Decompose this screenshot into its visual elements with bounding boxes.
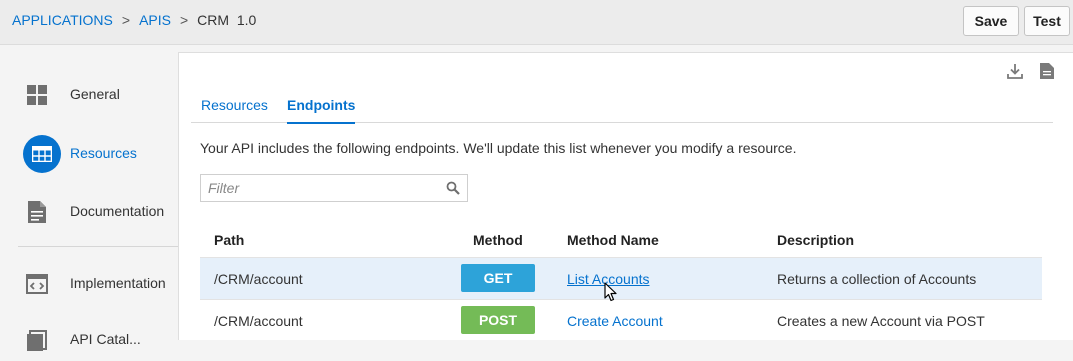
breadcrumb-separator: > [179, 12, 189, 28]
sidebar-item-api-catalog[interactable]: API Catal... [18, 317, 178, 361]
sidebar-item-label: Resources [70, 145, 137, 161]
breadcrumb-current: CRM 1.0 [197, 12, 257, 28]
column-header-method-name: Method Name [567, 232, 659, 248]
save-button[interactable]: Save [963, 6, 1019, 36]
sidebar-item-label: Implementation [70, 275, 166, 291]
sidebar: General Resources Documentation Implemen… [0, 45, 178, 351]
page-icon[interactable] [1040, 63, 1056, 79]
path-cell: /CRM/account [214, 271, 303, 287]
download-icon[interactable] [1007, 63, 1023, 79]
method-name-link[interactable]: Create Account [567, 313, 663, 329]
table-row[interactable]: /CRM/account POST Create Account Creates… [200, 299, 1042, 341]
column-header-path: Path [214, 232, 245, 248]
tab-bar: Resources Endpoints [191, 87, 1053, 124]
filter-input[interactable] [201, 175, 448, 201]
method-badge-get: GET [461, 264, 535, 292]
test-button[interactable]: Test [1024, 6, 1070, 36]
table-icon [23, 135, 61, 173]
column-header-method: Method [473, 232, 523, 248]
sidebar-item-resources[interactable]: Resources [18, 131, 178, 175]
column-header-description: Description [777, 232, 855, 248]
sidebar-item-label: Documentation [70, 203, 165, 219]
sidebar-divider [18, 246, 178, 247]
description-cell: Creates a new Account via POST [777, 313, 985, 329]
top-bar: APPLICATIONS > APIS > CRM 1.0 Save Test [0, 0, 1073, 45]
method-badge-post: POST [461, 306, 535, 334]
code-icon [24, 271, 50, 297]
table-header: Path Method Method Name Description [200, 223, 1042, 257]
grid-icon [24, 82, 50, 108]
description-cell: Returns a collection of Accounts [777, 271, 977, 287]
document-icon [24, 199, 50, 225]
mouse-cursor-icon [604, 282, 618, 302]
catalog-icon [24, 327, 50, 353]
breadcrumb-separator: > [121, 12, 131, 28]
breadcrumb: APPLICATIONS > APIS > CRM 1.0 [12, 12, 256, 28]
search-icon[interactable] [446, 181, 460, 195]
filter-box [200, 174, 468, 202]
intro-text: Your API includes the following endpoint… [200, 140, 797, 156]
tab-resources[interactable]: Resources [201, 97, 268, 122]
sidebar-item-label: General [70, 86, 120, 102]
sidebar-item-documentation[interactable]: Documentation [18, 189, 178, 233]
breadcrumb-apis-link[interactable]: APIS [139, 12, 171, 28]
main-panel: Resources Endpoints Your API includes th… [178, 52, 1073, 340]
tab-endpoints[interactable]: Endpoints [287, 97, 356, 124]
sidebar-item-label: API Catal... [70, 331, 141, 347]
sidebar-item-general[interactable]: General [18, 72, 178, 116]
sidebar-item-implementation[interactable]: Implementation [18, 261, 178, 305]
breadcrumb-applications-link[interactable]: APPLICATIONS [12, 12, 113, 28]
path-cell: /CRM/account [214, 313, 303, 329]
table-row[interactable]: /CRM/account GET List Accounts Returns a… [200, 257, 1042, 299]
